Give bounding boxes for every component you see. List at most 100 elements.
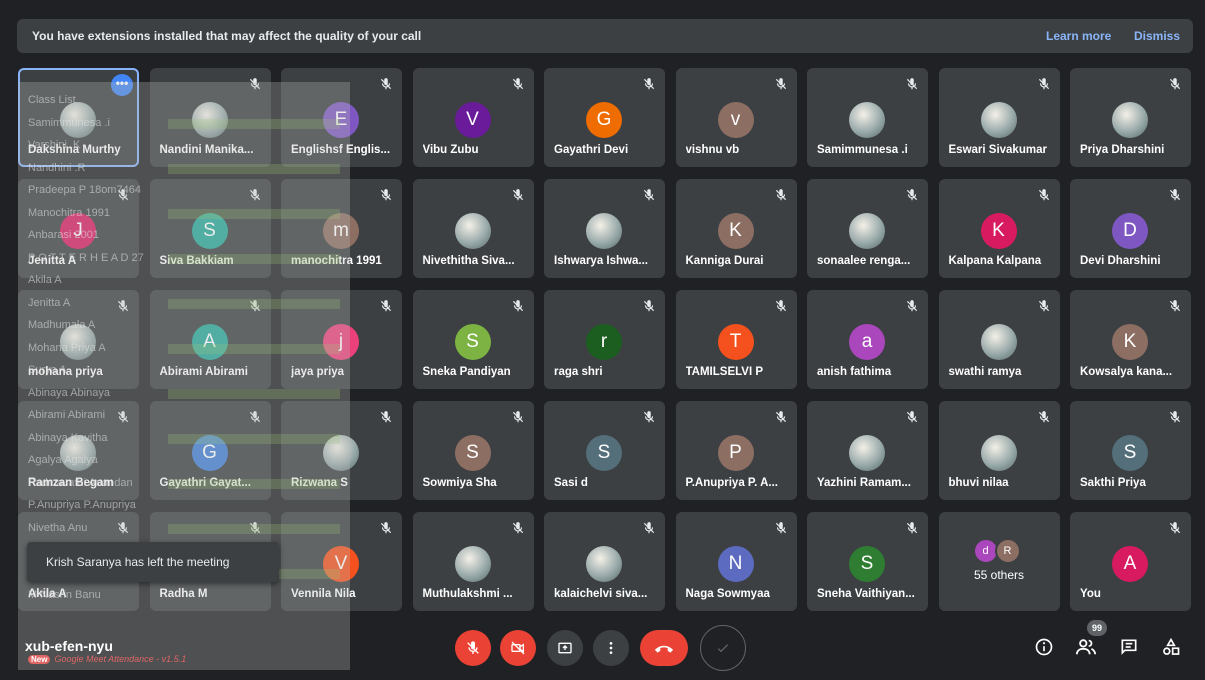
extension-banner: You have extensions installed that may a… bbox=[17, 19, 1193, 53]
mic-off-icon bbox=[1037, 77, 1051, 91]
avatar: S bbox=[191, 213, 228, 249]
more-vert-icon bbox=[609, 642, 613, 654]
participant-tile[interactable]: bhuvi nilaa bbox=[938, 401, 1060, 500]
participant-tile[interactable]: ••• Dakshina Murthy bbox=[18, 68, 139, 167]
participant-name: Devi Dharshini bbox=[1080, 255, 1161, 267]
participant-tile[interactable]: Ramzan Begam bbox=[18, 401, 139, 500]
dismiss-link[interactable]: Dismiss bbox=[1134, 29, 1180, 43]
participant-tile[interactable]: Yazhini Ramam... bbox=[807, 401, 928, 500]
mic-off-icon bbox=[379, 77, 393, 91]
participant-tile[interactable]: Rizwana S bbox=[281, 401, 402, 500]
avatar: K bbox=[980, 213, 1017, 249]
participant-name: Jenitta A bbox=[28, 255, 77, 267]
avatar bbox=[849, 435, 885, 471]
participant-tile[interactable]: Nivethitha Siva... bbox=[412, 179, 534, 278]
people-button[interactable] bbox=[1075, 636, 1097, 658]
avatar: S bbox=[586, 435, 622, 471]
participant-tile[interactable]: S Siva Bakkiam bbox=[149, 179, 271, 278]
participant-name: anish fathima bbox=[817, 366, 892, 378]
participant-tile[interactable]: S Sneka Pandiyan bbox=[412, 290, 534, 389]
participant-name: Siva Bakkiam bbox=[159, 255, 234, 267]
tile-options-button[interactable]: ••• bbox=[111, 74, 133, 96]
mic-off-icon bbox=[379, 299, 393, 313]
mic-off-icon bbox=[248, 521, 262, 535]
mic-off-icon bbox=[248, 410, 262, 424]
avatar: D bbox=[1112, 213, 1148, 249]
avatar: T bbox=[717, 324, 754, 360]
participant-name: Sasi d bbox=[554, 477, 588, 489]
chat-button[interactable] bbox=[1118, 636, 1140, 658]
participant-name: Englishsf Englis... bbox=[291, 144, 391, 156]
mic-off-icon bbox=[774, 410, 788, 424]
participant-name: Abirami Abirami bbox=[159, 366, 248, 378]
participant-tile[interactable]: K Kowsalya kana... bbox=[1070, 290, 1191, 389]
participant-tile[interactable]: K Kanniga Durai bbox=[675, 179, 797, 278]
activities-button[interactable] bbox=[1160, 636, 1182, 658]
participant-tile[interactable]: K Kalpana Kalpana bbox=[938, 179, 1060, 278]
avatar bbox=[1112, 102, 1148, 138]
participant-name: kalaichelvi siva... bbox=[554, 588, 648, 600]
participant-tile[interactable]: A You bbox=[1070, 512, 1191, 611]
participant-name: Akila A bbox=[28, 588, 67, 600]
participant-tile[interactable]: J Jenitta A bbox=[18, 179, 139, 278]
participant-tile[interactable]: Eswari Sivakumar bbox=[938, 68, 1060, 167]
leave-call-button[interactable] bbox=[640, 630, 688, 666]
participant-name: Naga Sowmyaa bbox=[685, 588, 770, 600]
participant-tile[interactable]: A Abirami Abirami bbox=[149, 290, 271, 389]
more-options-button[interactable] bbox=[593, 630, 629, 666]
participant-tile[interactable]: a anish fathima bbox=[807, 290, 928, 389]
avatar: G bbox=[586, 102, 622, 138]
avatar: S bbox=[454, 435, 491, 471]
participant-tile[interactable]: N Naga Sowmyaa bbox=[675, 512, 797, 611]
participant-tile[interactable]: S Sneha Vaithiyan... bbox=[807, 512, 928, 611]
participant-tile[interactable]: G Gayathri Devi bbox=[544, 68, 665, 167]
learn-more-link[interactable]: Learn more bbox=[1046, 29, 1111, 43]
mic-off-icon bbox=[511, 410, 525, 424]
attendance-check-button[interactable] bbox=[700, 625, 746, 671]
participant-tile[interactable]: S Sakthi Priya bbox=[1070, 401, 1191, 500]
participant-tile[interactable]: v vishnu vb bbox=[675, 68, 797, 167]
avatar: P bbox=[717, 435, 754, 471]
participant-tile[interactable]: Samimmunesa .i bbox=[807, 68, 928, 167]
others-tile[interactable]: d R 55 others bbox=[938, 512, 1060, 611]
participant-name: Rizwana S bbox=[291, 477, 348, 489]
activities-icon bbox=[1163, 637, 1180, 655]
participant-name: Yazhini Ramam... bbox=[817, 477, 911, 489]
participant-tile[interactable]: E Englishsf Englis... bbox=[281, 68, 402, 167]
participant-name: bhuvi nilaa bbox=[948, 477, 1009, 489]
info-icon bbox=[1035, 638, 1053, 656]
avatar: A bbox=[191, 324, 228, 360]
mic-off-icon bbox=[774, 521, 788, 535]
mic-off-icon bbox=[774, 299, 788, 313]
participant-tile[interactable]: V Vennila Nila bbox=[281, 512, 402, 611]
mic-off-icon bbox=[774, 77, 788, 91]
participant-tile[interactable]: D Devi Dharshini bbox=[1070, 179, 1191, 278]
participant-tile[interactable]: P P.Anupriya P. A... bbox=[675, 401, 797, 500]
participant-tile[interactable]: Muthulakshmi ... bbox=[412, 512, 534, 611]
participant-tile[interactable]: Priya Dharshini bbox=[1070, 68, 1191, 167]
participant-tile[interactable]: sonaalee renga... bbox=[807, 179, 928, 278]
participant-tile[interactable]: Nandini Manika... bbox=[149, 68, 271, 167]
participant-tile[interactable]: T TAMILSELVI P bbox=[675, 290, 797, 389]
camera-toggle-button[interactable] bbox=[500, 630, 536, 666]
mic-off-icon bbox=[511, 521, 525, 535]
present-screen-button[interactable] bbox=[547, 630, 583, 666]
mic-toggle-button[interactable] bbox=[455, 630, 491, 666]
participant-name: Priya Dharshini bbox=[1080, 144, 1165, 156]
mic-off-icon bbox=[905, 299, 919, 313]
participant-tile[interactable]: Ishwarya Ishwa... bbox=[544, 179, 665, 278]
participant-tile[interactable]: V Vibu Zubu bbox=[412, 68, 534, 167]
participant-tile[interactable]: S Sowmiya Sha bbox=[412, 401, 534, 500]
participant-name: Kalpana Kalpana bbox=[948, 255, 1042, 267]
participant-tile[interactable]: r raga shri bbox=[544, 290, 665, 389]
participant-tile[interactable]: kalaichelvi siva... bbox=[544, 512, 665, 611]
mic-off-icon bbox=[905, 410, 919, 424]
participant-tile[interactable]: G Gayathri Gayat... bbox=[149, 401, 271, 500]
participant-tile[interactable]: S Sasi d bbox=[544, 401, 665, 500]
participant-tile[interactable]: swathi ramya bbox=[938, 290, 1060, 389]
participant-tile[interactable]: mohana priya bbox=[18, 290, 139, 389]
mic-off-icon bbox=[642, 299, 656, 313]
meeting-info-button[interactable] bbox=[1033, 636, 1055, 658]
participant-tile[interactable]: m manochitra 1991 bbox=[281, 179, 402, 278]
participant-tile[interactable]: j jaya priya bbox=[281, 290, 402, 389]
